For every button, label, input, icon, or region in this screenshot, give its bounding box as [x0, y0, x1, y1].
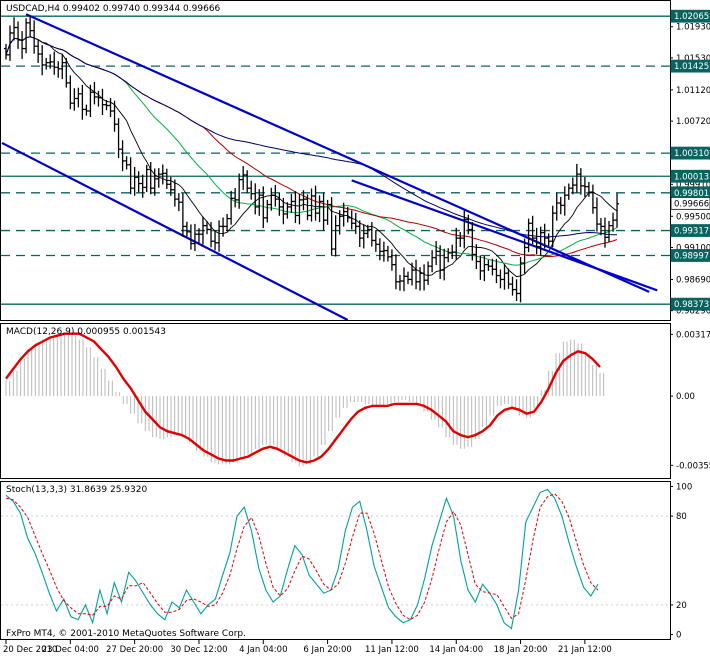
- price-box-label: 1.01425: [674, 62, 709, 72]
- time-tick-label: 27 Dec 20:00: [106, 645, 163, 655]
- time-tick-label: 11 Jan 12:00: [365, 645, 419, 655]
- time-tick-label: 23 Dec 04:00: [42, 645, 99, 655]
- chart-canvas[interactable]: 1.019301.015301.011201.007201.003100.999…: [0, 0, 710, 656]
- level-price-box: 1.00310: [670, 146, 710, 160]
- price-tick-label: 0.99500: [676, 212, 710, 222]
- stoch-tick-label: 0: [676, 631, 681, 641]
- price-panel-title: USDCAD,H4 0.99402 0.99740 0.99344 0.9966…: [6, 4, 221, 14]
- level-price-box: 0.99317: [670, 224, 710, 237]
- time-tick-label: 30 Dec 12:00: [170, 645, 227, 655]
- price-tick-label: 1.01120: [676, 86, 710, 96]
- price-box-label: 0.98373: [674, 300, 709, 310]
- time-tick-label: 18 Jan 20:00: [494, 645, 548, 655]
- price-tick-label: 1.00720: [676, 117, 710, 127]
- level-price-box: 0.98373: [670, 297, 710, 311]
- price-box-label: 1.00310: [674, 149, 709, 159]
- time-tick-label: 21 Jan 12:00: [558, 645, 612, 655]
- price-tick-label: 1.01930: [676, 23, 710, 33]
- time-tick-label: 4 Jan 04:00: [239, 645, 287, 655]
- stoch-tick-label: 80: [676, 512, 687, 522]
- macd-tick-label: 0.00: [676, 392, 695, 402]
- price-box-label: 0.99666: [674, 199, 709, 209]
- price-box-label: 0.98997: [674, 251, 709, 261]
- price-box-label: 0.99317: [674, 227, 709, 237]
- level-price-box: 1.01425: [670, 59, 710, 73]
- macd-panel-title: MACD(12,26,9) 0.000955 0.001543: [6, 327, 166, 337]
- level-price-box: 0.98997: [670, 249, 710, 262]
- copyright-footer: FxPro MT4, © 2001-2010 MetaQuotes Softwa…: [6, 629, 246, 639]
- macd-tick-label: -0.00355: [676, 461, 710, 471]
- level-price-box: 1.02065: [670, 9, 710, 23]
- time-tick-label: 14 Jan 04:00: [429, 645, 483, 655]
- price-box-label: 1.00013: [674, 172, 709, 182]
- price-tick-label: 0.98690: [676, 275, 710, 285]
- current-price-box: 0.99666: [670, 196, 710, 210]
- stoch-tick-label: 100: [676, 482, 692, 492]
- time-tick-label: 6 Jan 20:00: [303, 645, 351, 655]
- macd-tick-label: 0.00317: [676, 330, 710, 340]
- stoch-tick-label: 20: [676, 601, 687, 611]
- level-price-box: 1.00013: [670, 169, 710, 183]
- price-box-label: 1.02065: [674, 12, 709, 22]
- stoch-panel-title: Stoch(13,3,3) 31.8639 25.9320: [6, 485, 147, 495]
